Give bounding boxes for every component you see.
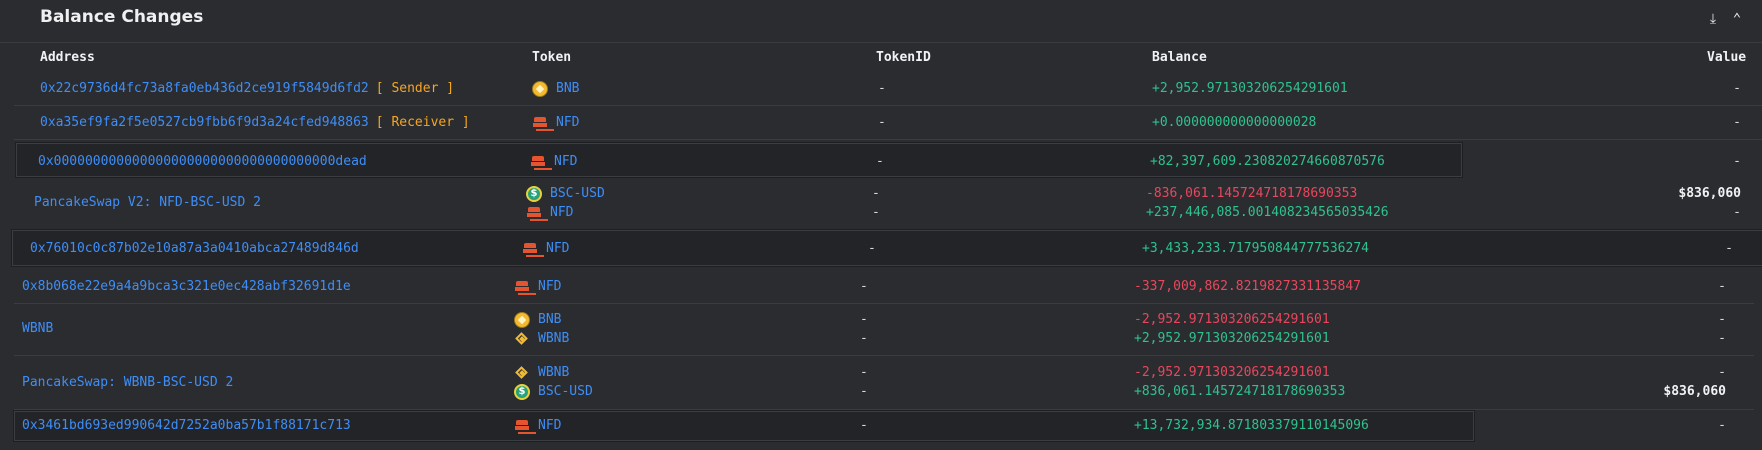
token-link[interactable]: NFD [554, 154, 577, 169]
usd-value: - [1718, 279, 1726, 294]
usd-value: $836,060 [1663, 384, 1726, 399]
column-address: Address [40, 50, 95, 65]
token-link[interactable]: NFD [538, 418, 561, 433]
table-row [14, 304, 1754, 356]
token-link[interactable]: BNB [538, 312, 561, 327]
usd-value: - [1733, 115, 1741, 130]
usd-value: - [1718, 312, 1726, 327]
balance-change: +0.000000000000000028 [1152, 115, 1317, 130]
address-role-tag: [ Sender ] [375, 81, 455, 96]
token-id: - [860, 365, 868, 380]
bnb-token-icon [514, 312, 530, 328]
token-id: - [860, 418, 868, 433]
address-link[interactable]: 0x3461bd693ed990642d7252a0ba57b1f88171c7… [22, 418, 351, 433]
balance-change: -2,952.971303206254291601 [1134, 365, 1330, 380]
token-link[interactable]: NFD [550, 205, 573, 220]
nfd-token-icon [532, 115, 548, 131]
usd-value: - [1718, 365, 1726, 380]
token-id: - [872, 205, 880, 220]
column-token-id: TokenID [876, 50, 931, 65]
table-row [14, 178, 1762, 230]
address-link[interactable]: 0x000000000000000000000000000000000000de… [38, 154, 367, 169]
usd-value: - [1718, 418, 1726, 433]
balance-change: -2,952.971303206254291601 [1134, 312, 1330, 327]
token-id: - [860, 384, 868, 399]
address-role-tag: [ Receiver ] [375, 115, 470, 130]
panel-title: Balance Changes [40, 7, 204, 27]
usd-value: - [1733, 154, 1741, 169]
token-id: - [868, 241, 876, 256]
token-id: - [878, 115, 886, 130]
token-link[interactable]: NFD [556, 115, 579, 130]
usd-value: - [1718, 331, 1726, 346]
balance-change: +2,952.971303206254291601 [1152, 81, 1348, 96]
balance-change: +82,397,609.230820274660870576 [1150, 154, 1385, 169]
token-link[interactable]: NFD [538, 279, 561, 294]
nfd-token-icon [514, 279, 530, 295]
token-link[interactable]: WBNB [538, 365, 569, 380]
address-link[interactable]: 0x22c9736d4fc73a8fa0eb436d2ce919f5849d6f… [40, 81, 369, 96]
balance-change: -836,061.145724718178690353 [1146, 186, 1358, 201]
balance-change: +836,061.145724718178690353 [1134, 384, 1346, 399]
panel-header: Balance Changes ⤓ ⌃ [0, 0, 1762, 43]
token-link[interactable]: BSC-USD [550, 186, 605, 201]
balance-change: +2,952.971303206254291601 [1134, 331, 1330, 346]
chevron-up-icon[interactable]: ⌃ [1728, 10, 1746, 28]
balance-change: +13,732,934.871803379110145096 [1134, 418, 1369, 433]
token-id: - [878, 81, 886, 96]
usd-value: $836,060 [1678, 186, 1741, 201]
column-token: Token [532, 50, 572, 65]
address-link[interactable]: WBNB [22, 321, 53, 336]
token-id: - [860, 331, 868, 346]
token-link[interactable]: BNB [556, 81, 579, 96]
bnb-token-icon [532, 81, 548, 97]
nfd-token-icon [530, 154, 546, 170]
balance-change: +237,446,085.001408234565035426 [1146, 205, 1389, 220]
column-value: Value [1707, 50, 1747, 65]
token-link[interactable]: WBNB [538, 331, 569, 346]
token-id: - [860, 312, 868, 327]
balance-change: -337,009,862.8219827331135847 [1134, 279, 1361, 294]
address-link[interactable]: 0xa35ef9fa2f5e0527cb9fbb6f9d3a24cfed9488… [40, 115, 369, 130]
address-link[interactable]: PancakeSwap V2: NFD-BSC-USD 2 [34, 195, 261, 210]
token-id: - [872, 186, 880, 201]
table-header: Address Token TokenID Balance Value [0, 48, 1762, 70]
table-row [14, 356, 1754, 410]
usd-value: - [1733, 205, 1741, 220]
token-link[interactable]: NFD [546, 241, 569, 256]
usd-value: - [1733, 81, 1741, 96]
column-balance: Balance [1152, 50, 1207, 65]
usd-value: - [1725, 241, 1733, 256]
wbnb-token-icon [514, 365, 530, 381]
address-link[interactable]: 0x8b068e22e9a4a9bca3c321e0ec428abf32691d… [22, 279, 351, 294]
address-link[interactable]: PancakeSwap: WBNB-BSC-USD 2 [22, 375, 233, 390]
token-id: - [860, 279, 868, 294]
address-link[interactable]: 0x76010c0c87b02e10a87a3a0410abca27489d84… [30, 241, 359, 256]
nfd-token-icon [526, 205, 542, 221]
nfd-token-icon [522, 241, 538, 257]
token-link[interactable]: BSC-USD [538, 384, 593, 399]
nfd-token-icon [514, 418, 530, 434]
token-id: - [876, 154, 884, 169]
bsc-usd-token-icon: $ [514, 384, 530, 400]
wbnb-token-icon [514, 331, 530, 347]
bsc-usd-token-icon: $ [526, 186, 542, 202]
download-icon[interactable]: ⤓ [1704, 10, 1722, 28]
balance-change: +3,433,233.717950844777536274 [1142, 241, 1369, 256]
